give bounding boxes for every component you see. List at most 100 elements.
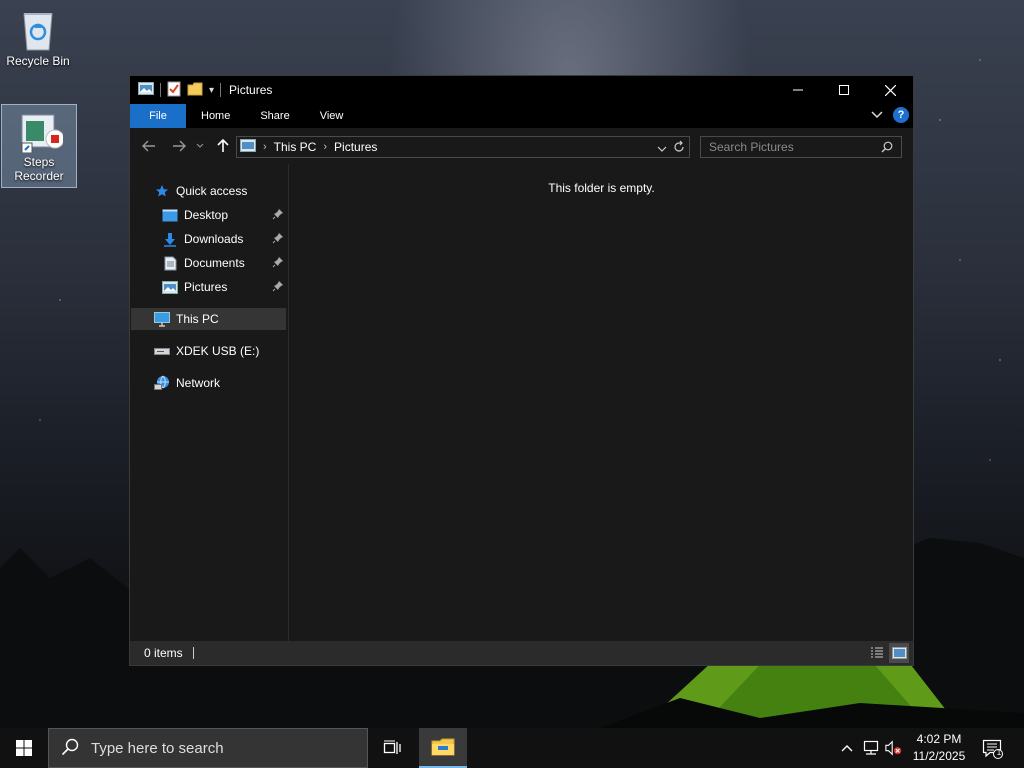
clock-time: 4:02 PM — [916, 732, 962, 746]
search-icon[interactable] — [881, 141, 893, 156]
volume-muted-icon — [885, 740, 902, 756]
action-center-button[interactable]: 1 — [982, 738, 1004, 760]
status-bar: 0 items — [130, 641, 913, 665]
pin-icon[interactable] — [272, 232, 284, 247]
nav-desktop[interactable]: Desktop — [162, 204, 284, 226]
file-explorer-taskbar-button[interactable] — [419, 728, 467, 768]
close-icon — [884, 84, 896, 96]
file-explorer-window[interactable]: ▾ Pictures File Home Share View ? › This… — [129, 75, 914, 666]
start-button[interactable] — [0, 728, 48, 768]
clock[interactable]: 4:02 PM 11/2/2025 — [905, 731, 973, 765]
nav-documents[interactable]: Documents — [162, 252, 284, 274]
up-arrow-icon — [217, 139, 229, 152]
file-explorer-icon — [431, 738, 455, 756]
back-button[interactable] — [140, 137, 158, 155]
taskbar-search-icon — [61, 738, 79, 759]
nav-desktop-label: Desktop — [184, 208, 229, 222]
ethernet-icon — [863, 740, 879, 755]
documents-icon — [162, 255, 178, 271]
pin-icon[interactable] — [272, 208, 284, 223]
pin-icon[interactable] — [272, 280, 284, 295]
large-icons-view-icon — [891, 647, 907, 659]
nav-downloads-label: Downloads — [184, 232, 244, 246]
chevron-down-icon — [196, 143, 204, 148]
nav-pictures[interactable]: Pictures — [162, 276, 284, 298]
steps-recorder-label-line2: Recorder — [14, 169, 64, 183]
large-icons-view-button[interactable] — [889, 643, 909, 663]
chevron-up-icon — [841, 745, 853, 752]
taskbar: Type here to search 4:02 PM 11/2/2025 1 — [0, 728, 1024, 768]
customize-toolbar-chevron-icon[interactable]: ▾ — [209, 85, 214, 96]
empty-folder-message: This folder is empty. — [548, 181, 655, 195]
show-hidden-icons-button[interactable] — [838, 740, 856, 756]
address-history-chevron-icon[interactable] — [657, 142, 667, 156]
desktop-icon-steps-recorder[interactable]: Steps Recorder — [1, 104, 77, 188]
refresh-icon[interactable] — [673, 140, 685, 157]
star-icon — [154, 183, 170, 199]
nav-network[interactable]: Network — [154, 372, 284, 394]
quick-toolbar-separator — [160, 83, 161, 97]
tab-view[interactable]: View — [305, 104, 359, 128]
close-button[interactable] — [867, 76, 913, 104]
address-bar[interactable]: › This PC › Pictures — [236, 136, 690, 158]
desktop-icon-recycle-bin[interactable]: Recycle Bin — [0, 4, 76, 76]
pictures-location-icon — [240, 139, 256, 155]
steps-recorder-label-line1: Steps — [23, 155, 55, 169]
breadcrumb-chevron-icon[interactable]: › — [323, 141, 327, 153]
nav-this-pc[interactable]: This PC — [131, 308, 286, 330]
new-folder-icon[interactable] — [187, 82, 203, 99]
nav-downloads[interactable]: Downloads — [162, 228, 284, 250]
minimize-button[interactable] — [775, 76, 821, 104]
maximize-icon — [839, 85, 849, 95]
recycle-bin-label: Recycle Bin — [6, 54, 70, 68]
item-count: 0 items — [144, 646, 183, 660]
pictures-icon — [162, 279, 178, 295]
properties-icon[interactable] — [167, 81, 181, 100]
file-list-area[interactable]: This folder is empty. — [290, 164, 913, 642]
status-separator — [192, 647, 194, 659]
minimize-icon — [793, 89, 803, 91]
taskbar-search-box[interactable]: Type here to search — [48, 728, 368, 768]
nav-quick-access[interactable]: Quick access — [154, 180, 284, 202]
ribbon-tabs: File Home Share View ? — [130, 104, 913, 128]
taskbar-search-placeholder: Type here to search — [91, 739, 224, 757]
network-icon — [154, 375, 170, 391]
expand-ribbon-icon[interactable] — [871, 108, 883, 122]
recent-locations-button[interactable] — [194, 137, 206, 155]
search-input[interactable] — [709, 140, 869, 154]
nav-usb-drive-label: XDEK USB (E:) — [176, 344, 260, 358]
forward-button[interactable] — [170, 137, 188, 155]
maximize-button[interactable] — [821, 76, 867, 104]
nav-quick-access-label: Quick access — [176, 184, 248, 198]
steps-recorder-icon — [19, 109, 65, 154]
tab-share[interactable]: Share — [245, 104, 304, 128]
notification-count-badge: 1 — [996, 748, 1002, 757]
desktop-folder-icon — [162, 207, 178, 223]
search-box[interactable] — [700, 136, 902, 158]
details-view-icon — [871, 647, 883, 658]
explorer-body: Quick access Desktop Downloads Documents… — [130, 164, 913, 642]
network-status-button[interactable] — [862, 740, 880, 756]
downloads-icon — [162, 231, 178, 247]
tab-file[interactable]: File — [130, 104, 186, 128]
breadcrumb-this-pc[interactable]: This PC — [274, 140, 317, 154]
nav-usb-drive[interactable]: XDEK USB (E:) — [154, 340, 284, 362]
breadcrumb-pictures[interactable]: Pictures — [334, 140, 377, 154]
title-bar[interactable]: ▾ Pictures — [130, 76, 913, 104]
help-icon[interactable]: ? — [893, 107, 909, 123]
window-title: Pictures — [229, 83, 273, 97]
forward-arrow-icon — [173, 140, 186, 152]
details-view-button[interactable] — [867, 643, 887, 663]
nav-network-label: Network — [176, 376, 221, 390]
volume-button[interactable] — [885, 740, 903, 756]
task-view-button[interactable] — [368, 728, 416, 768]
tab-home[interactable]: Home — [186, 104, 245, 128]
up-button[interactable] — [214, 137, 232, 155]
title-separator — [220, 83, 222, 97]
navigation-pane[interactable]: Quick access Desktop Downloads Documents… — [130, 164, 289, 642]
breadcrumb-chevron-icon[interactable]: › — [263, 141, 267, 153]
task-view-icon — [383, 740, 401, 754]
clock-date: 11/2/2025 — [912, 749, 966, 763]
usb-drive-icon — [154, 343, 170, 359]
pin-icon[interactable] — [272, 256, 284, 271]
